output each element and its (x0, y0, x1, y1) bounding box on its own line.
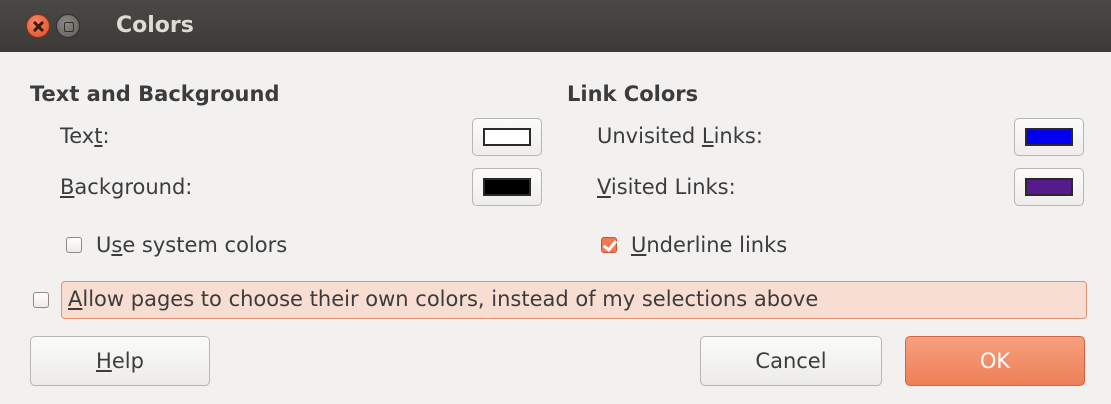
ok-button[interactable]: OK (905, 336, 1085, 386)
text-color-label: Text: (60, 124, 110, 148)
visited-links-color-button[interactable] (1014, 168, 1084, 206)
underline-links-label[interactable]: Underline links (631, 233, 787, 257)
help-button[interactable]: Help (30, 336, 210, 386)
unvisited-links-color-swatch (1025, 128, 1073, 146)
allow-pages-label[interactable]: Allow pages to choose their own colors, … (68, 287, 818, 311)
window-title: Colors (116, 13, 194, 38)
visited-links-label: Visited Links: (597, 175, 736, 199)
unvisited-links-label: Unvisited Links: (597, 124, 763, 148)
background-color-button[interactable] (472, 168, 542, 206)
title-bar[interactable]: Colors (0, 0, 1111, 52)
unvisited-links-color-button[interactable] (1014, 118, 1084, 156)
background-color-label: Background: (60, 175, 193, 199)
link-colors-heading: Link Colors (567, 82, 699, 106)
close-window-icon[interactable] (26, 14, 50, 38)
visited-links-color-swatch (1025, 178, 1073, 196)
underline-links-checkbox[interactable] (601, 237, 617, 253)
colors-dialog: Colors Text and Background Text: Backgro… (0, 0, 1111, 404)
allow-pages-focus-frame[interactable]: Allow pages to choose their own colors, … (61, 281, 1087, 319)
allow-pages-checkbox[interactable] (33, 292, 49, 308)
cancel-button[interactable]: Cancel (700, 336, 882, 386)
use-system-colors-checkbox[interactable] (66, 237, 82, 253)
text-color-button[interactable] (472, 118, 542, 156)
background-color-swatch (483, 178, 531, 196)
text-and-background-heading: Text and Background (30, 82, 280, 106)
maximize-window-icon[interactable] (56, 14, 80, 38)
use-system-colors-label[interactable]: Use system colors (96, 233, 287, 257)
text-color-swatch (483, 128, 531, 146)
